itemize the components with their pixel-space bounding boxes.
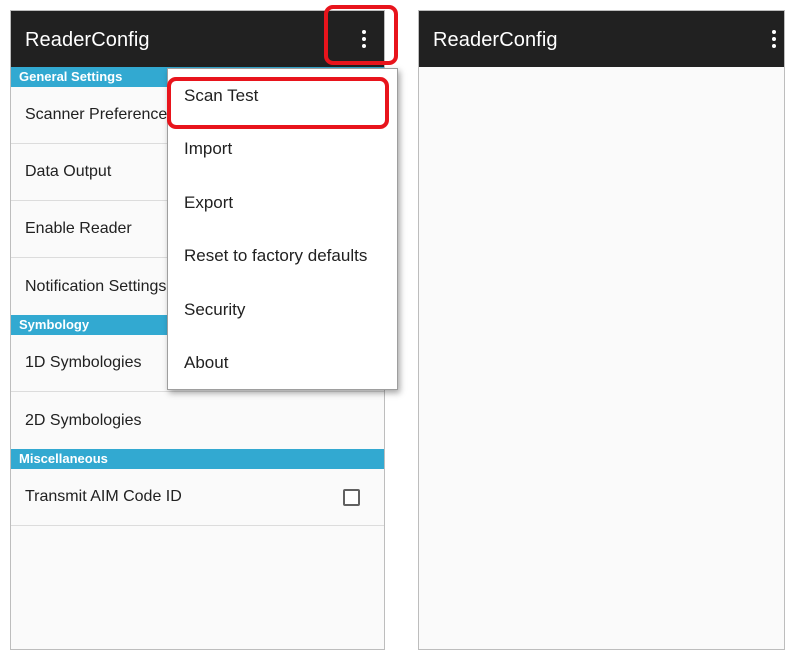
section-header-miscellaneous: Miscellaneous	[11, 449, 384, 469]
app-bar: ReaderConfig	[419, 11, 784, 67]
app-title: ReaderConfig	[433, 29, 558, 51]
pref-item-label: Data Output	[25, 163, 112, 180]
menu-item-reset-factory-defaults[interactable]: Reset to factory defaults	[168, 230, 397, 284]
app-bar: ReaderConfig	[11, 11, 384, 67]
more-vert-icon	[772, 30, 776, 48]
pref-item-label: Enable Reader	[25, 220, 132, 237]
overflow-popup-menu: Scan Test Import Export Reset to factory…	[167, 68, 398, 390]
pref-item-transmit-aim-code-id[interactable]: Transmit AIM Code ID	[11, 469, 384, 526]
more-vert-icon	[362, 30, 366, 48]
menu-item-export[interactable]: Export	[168, 176, 397, 230]
menu-item-security[interactable]: Security	[168, 283, 397, 337]
menu-item-scan-test[interactable]: Scan Test	[168, 69, 397, 123]
pref-item-label: Notification Settings	[25, 277, 167, 295]
overflow-menu-button[interactable]	[346, 21, 382, 57]
transmit-aim-checkbox[interactable]	[343, 489, 360, 506]
pref-item-2d-symbologies[interactable]: 2D Symbologies	[11, 392, 384, 449]
right-screen: ReaderConfig	[418, 10, 785, 650]
menu-item-about[interactable]: About	[168, 337, 397, 391]
pref-item-label: 1D Symbologies	[25, 354, 142, 371]
pref-item-label: Scanner Preferences	[25, 106, 176, 123]
overflow-menu-button[interactable]	[756, 21, 784, 57]
app-title: ReaderConfig	[25, 29, 150, 51]
pref-item-label: Transmit AIM Code ID	[25, 488, 182, 505]
pref-item-label: 2D Symbologies	[25, 411, 142, 429]
menu-item-import[interactable]: Import	[168, 123, 397, 177]
